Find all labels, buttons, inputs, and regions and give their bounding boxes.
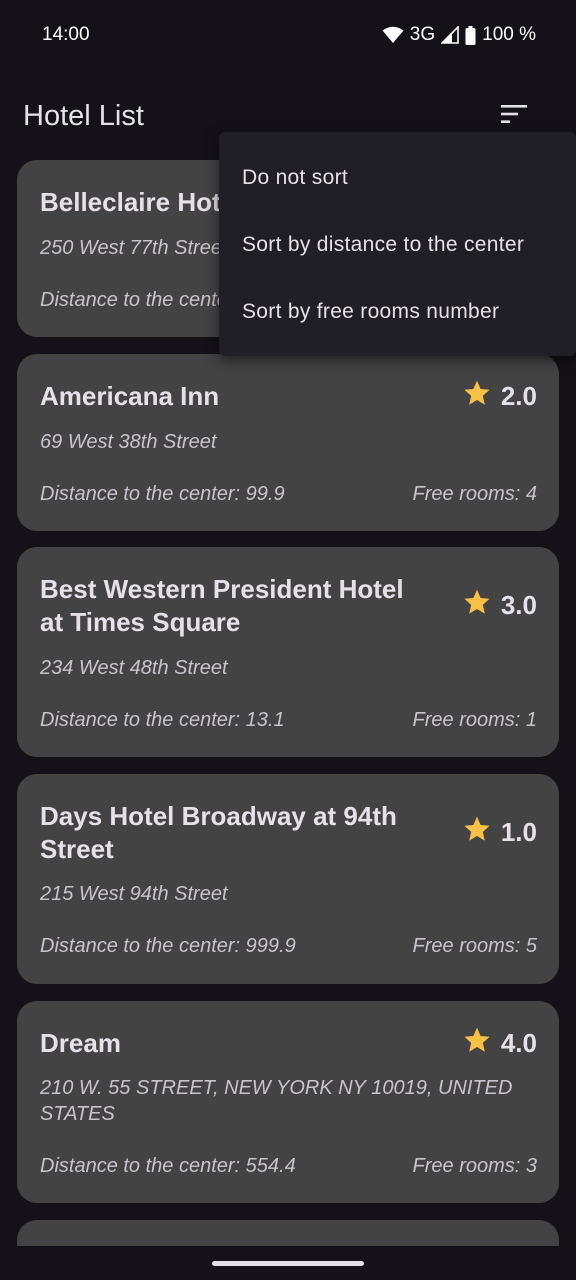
hotel-distance: Distance to the center: 13.1: [40, 709, 285, 731]
rating-value: 1.0: [500, 816, 537, 847]
hotel-free-rooms: Free rooms: 4: [412, 483, 537, 505]
hotel-free-rooms: Free rooms: 3: [412, 1155, 537, 1177]
rating-value: 3.0: [500, 589, 537, 620]
hotel-name: Americana Inn: [40, 381, 220, 411]
hotel-rating: 3.0: [463, 589, 537, 621]
hotel-address: 69 West 38th Street: [40, 431, 217, 453]
hotel-address: 234 West 48th Street: [40, 657, 228, 679]
star-icon: [463, 380, 491, 412]
star-icon: [463, 589, 491, 621]
hotel-rating: 1.0: [463, 816, 537, 848]
star-icon: [463, 816, 491, 848]
hotel-name: Days Hotel Broadway at 94th Street: [40, 801, 397, 864]
hotel-rating: 2.0: [463, 380, 537, 412]
menu-item-do-not-sort[interactable]: Do not sort: [219, 144, 576, 211]
home-gesture-handle[interactable]: [212, 1261, 364, 1266]
rating-value: 2.0: [500, 380, 537, 411]
hotel-distance: Distance to the center: 999.9: [40, 935, 296, 957]
hotel-address: 210 W. 55 STREET, NEW YORK NY 10019, UNI…: [40, 1077, 513, 1125]
hotel-name: Dream: [40, 1028, 121, 1058]
hotel-name: Best Western President Hotel at Times Sq…: [40, 574, 404, 637]
hotel-distance: Distance to the center:: [40, 289, 241, 311]
screen: 14:00 3G 100 % Hotel List Belleclaire Ho: [0, 0, 576, 1280]
hotel-card[interactable]: Dream 4.0 210 W. 55 STREET, NEW YORK NY …: [17, 1001, 559, 1203]
menu-item-sort-by-free-rooms[interactable]: Sort by free rooms number: [219, 278, 576, 345]
star-icon: [463, 1027, 491, 1059]
hotel-card[interactable]: Days Hotel Broadway at 94th Street 1.0 2…: [17, 774, 559, 984]
hotel-distance: Distance to the center: 554.4: [40, 1155, 296, 1177]
navigation-bar: [0, 1246, 576, 1280]
hotel-free-rooms: Free rooms: 5: [412, 935, 537, 957]
rating-value: 4.0: [500, 1027, 537, 1058]
menu-item-sort-by-distance[interactable]: Sort by distance to the center: [219, 211, 576, 278]
sort-menu: Do not sort Sort by distance to the cent…: [219, 132, 576, 356]
hotel-rating: 4.0: [463, 1027, 537, 1059]
hotel-address: 215 West 94th Street: [40, 883, 228, 905]
hotel-card[interactable]: Best Western President Hotel at Times Sq…: [17, 547, 559, 757]
hotel-free-rooms: Free rooms: 1: [412, 709, 537, 731]
hotel-card[interactable]: Americana Inn 2.0 69 West 38th Street Di…: [17, 354, 559, 531]
hotel-distance: Distance to the center: 99.9: [40, 483, 285, 505]
